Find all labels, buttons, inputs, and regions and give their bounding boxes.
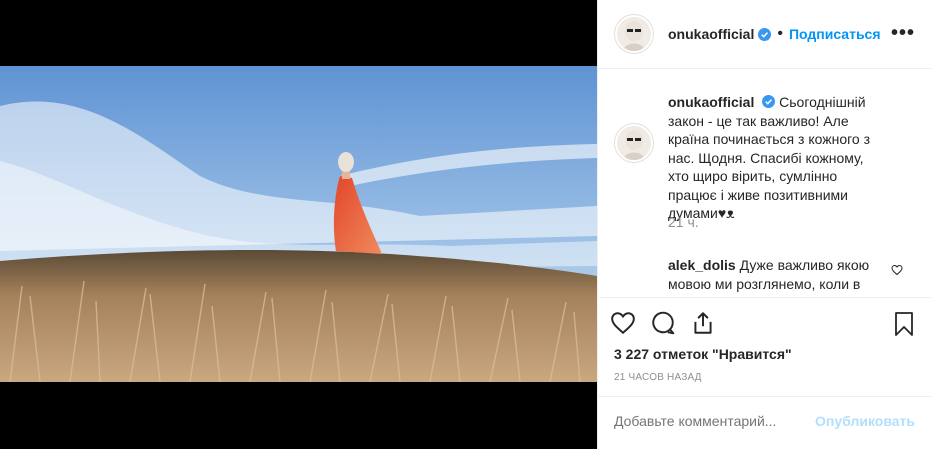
caption-avatar[interactable] — [614, 123, 654, 163]
avatar-image — [617, 126, 651, 160]
share-icon[interactable] — [690, 310, 716, 336]
caption-username[interactable]: onukaofficial — [668, 94, 754, 110]
verified-badge-icon — [762, 95, 776, 108]
add-comment-input[interactable] — [614, 413, 814, 429]
header-username[interactable]: onukaofficial — [668, 26, 754, 42]
bookmark-icon[interactable] — [892, 311, 916, 337]
post-sidebar: onukaofficial • Подписаться ••• onukaoff… — [597, 0, 931, 449]
like-heart-icon[interactable] — [610, 310, 636, 336]
more-options-icon[interactable]: ••• — [891, 22, 915, 45]
caption-text: Сьогоднішній закон - це так важливо! Але… — [668, 94, 871, 221]
header-separator: • — [777, 25, 783, 42]
action-bar — [610, 310, 716, 336]
divider — [598, 297, 931, 298]
verified-badge-icon — [758, 27, 772, 41]
comment-icon[interactable] — [650, 310, 676, 336]
caption-text-block: onukaofficial Сьогоднішній закон - це та… — [668, 93, 888, 223]
comment-username[interactable]: alek_dolis — [668, 257, 736, 273]
post-timestamp[interactable]: 21 часов назад — [614, 372, 702, 383]
likes-count[interactable]: 3 227 отметок "Нравится" — [614, 346, 792, 362]
divider — [598, 396, 931, 397]
post-header: onukaofficial • Подписаться ••• — [598, 0, 931, 69]
instagram-post: onukaofficial • Подписаться ••• onukaoff… — [0, 0, 931, 449]
avatar[interactable] — [614, 14, 654, 54]
list-item: alek_dolis Дуже важливо якою мовою ми ро… — [668, 256, 888, 293]
follow-button[interactable]: Подписаться — [789, 26, 881, 42]
comments-list[interactable]: onukaofficial Сьогоднішній закон - це та… — [598, 69, 931, 297]
avatar-image — [617, 17, 651, 51]
caption-time[interactable]: 21 ч. — [668, 214, 699, 230]
post-photo[interactable] — [0, 66, 597, 382]
post-media[interactable] — [0, 0, 597, 449]
comment-like-icon[interactable] — [891, 264, 903, 276]
post-caption: onukaofficial Сьогоднішній закон - це та… — [614, 93, 888, 223]
publish-button[interactable]: Опубликовать — [815, 413, 915, 429]
